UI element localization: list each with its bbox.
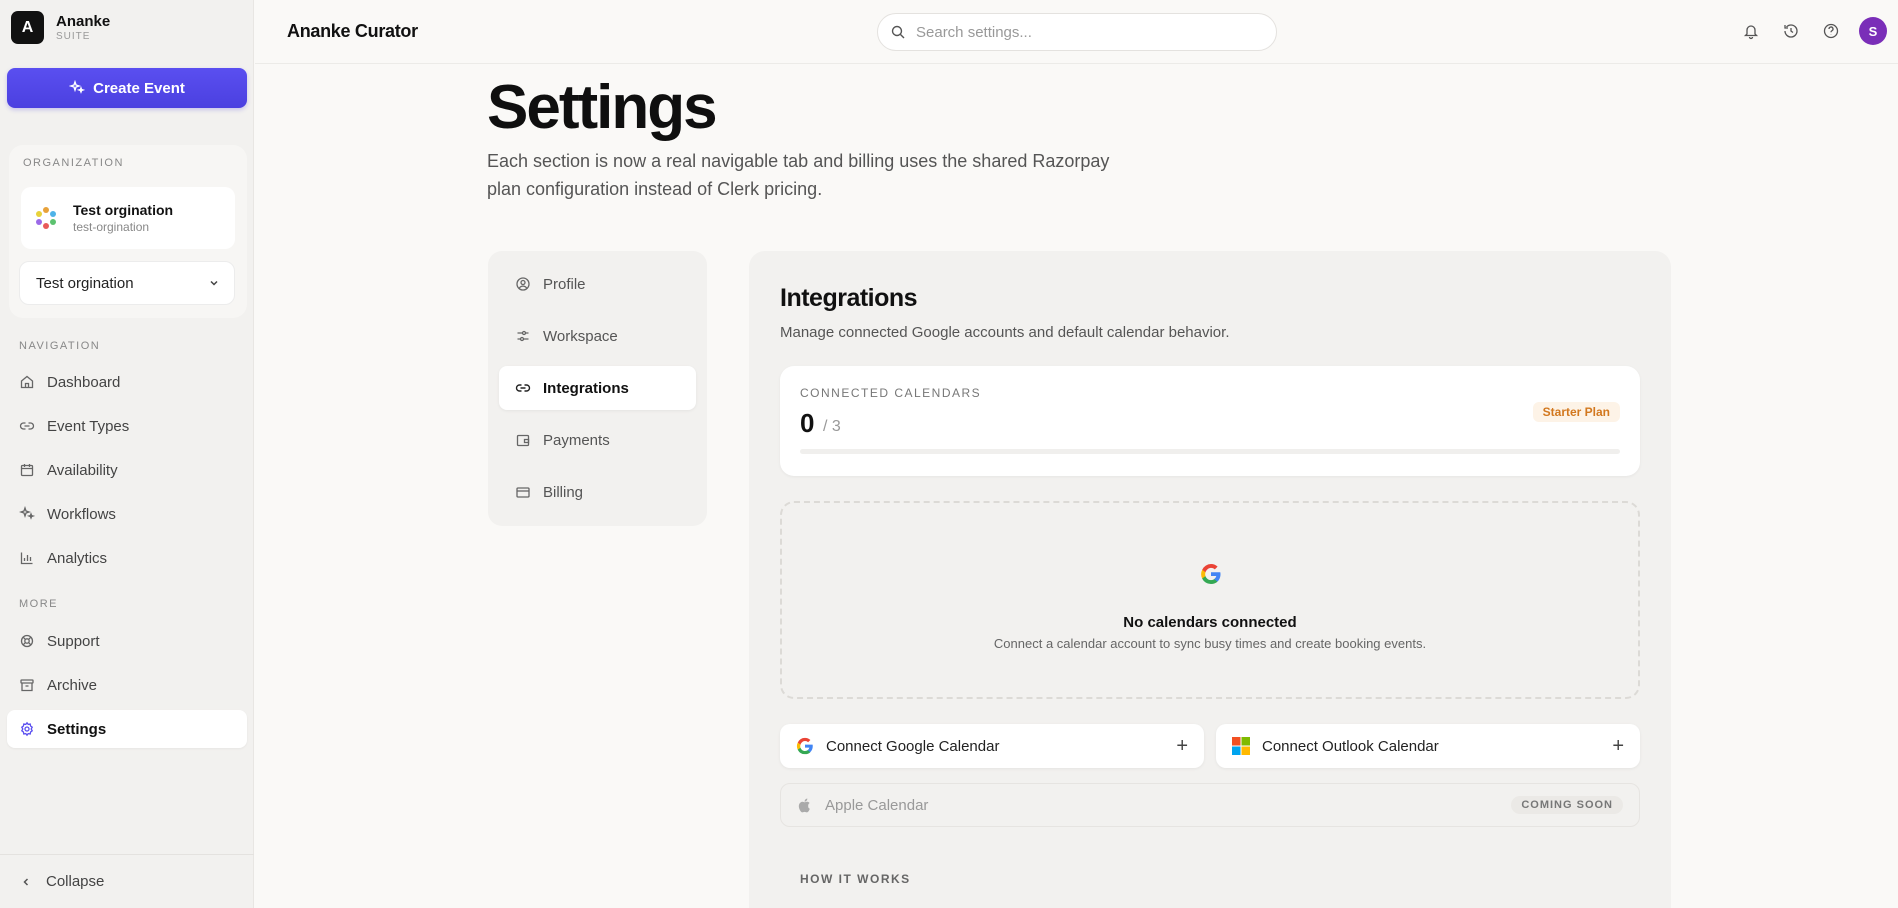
- tab-profile[interactable]: Profile: [499, 262, 696, 306]
- sidebar-item-label: Settings: [47, 720, 107, 738]
- sidebar-item-label: Support: [47, 632, 100, 650]
- organization-card: ORGANIZATION Test orgination test-orgina…: [9, 145, 247, 318]
- connected-calendars-progress: [800, 449, 1620, 454]
- sparkle-icon: [69, 80, 86, 94]
- sidebar-item-label: Availability: [47, 461, 118, 479]
- calendar-icon: [20, 464, 34, 477]
- page-title: Settings: [487, 73, 718, 142]
- sliders-icon: [517, 330, 529, 342]
- google-icon: [1201, 564, 1221, 585]
- lifebuoy-icon: [20, 634, 34, 648]
- bar-chart-icon: [20, 552, 33, 565]
- integrations-description: Manage connected Google accounts and def…: [780, 324, 1230, 341]
- app-title: Ananke Curator: [287, 21, 418, 41]
- search-input[interactable]: [916, 23, 1236, 41]
- archive-icon: [20, 679, 34, 692]
- chevron-left-icon: [23, 877, 29, 886]
- apple-icon: [798, 798, 810, 813]
- tab-label: Payments: [543, 431, 610, 449]
- sidebar-item-label: Analytics: [47, 549, 108, 567]
- empty-state: No calendars connected Connect a calenda…: [780, 501, 1640, 699]
- how-it-works-heading: HOW IT WORKS: [800, 872, 911, 886]
- wallet-icon: [516, 434, 530, 447]
- collapse-label: Collapse: [46, 873, 105, 890]
- brand-subtitle: SUITE: [56, 30, 91, 42]
- sidebar-item-label: Archive: [47, 676, 98, 694]
- create-event-button[interactable]: Create Event: [7, 68, 247, 108]
- sidebar-item-analytics[interactable]: Analytics: [7, 539, 247, 577]
- plus-icon: +: [1612, 734, 1624, 757]
- search-bar[interactable]: [877, 13, 1277, 51]
- create-event-label: Create Event: [93, 79, 185, 97]
- navigation-section-label: NAVIGATION: [19, 340, 101, 352]
- organization-select[interactable]: Test orgination: [19, 261, 235, 305]
- user-circle-icon: [516, 277, 530, 291]
- sidebar-item-label: Event Types: [47, 417, 130, 435]
- link-icon: [515, 384, 531, 392]
- sidebar-item-workflows[interactable]: Workflows: [7, 495, 247, 533]
- connected-calendars-card: CONNECTED CALENDARS 0 / 3 Starter Plan: [780, 366, 1640, 476]
- tab-label: Profile: [543, 275, 586, 293]
- plus-icon: +: [1176, 734, 1188, 757]
- settings-tabs: Profile Workspace Integrations Payments …: [488, 251, 707, 526]
- sidebar-item-availability[interactable]: Availability: [7, 451, 247, 489]
- organization-item[interactable]: Test orgination test-orgination: [21, 187, 235, 249]
- connected-calendars-max: / 3: [823, 418, 841, 435]
- organization-logo-icon: [36, 207, 56, 229]
- search-icon: [891, 25, 905, 39]
- connect-outlook-label: Connect Outlook Calendar: [1262, 737, 1439, 755]
- sidebar: A Ananke SUITE Create Event ORGANIZATION…: [0, 0, 254, 908]
- connected-calendars-count: 0: [800, 408, 815, 438]
- plan-badge: Starter Plan: [1532, 402, 1620, 422]
- sidebar-item-label: Workflows: [47, 505, 116, 523]
- user-avatar[interactable]: S: [1859, 17, 1887, 45]
- more-section-label: MORE: [19, 598, 58, 610]
- collapse-button[interactable]: Collapse: [0, 854, 254, 908]
- sidebar-item-settings[interactable]: Settings: [7, 710, 247, 748]
- home-icon: [20, 375, 34, 389]
- tab-label: Workspace: [543, 327, 618, 345]
- sidebar-item-label: Dashboard: [47, 373, 121, 391]
- apple-calendar-item: Apple Calendar COMING SOON: [780, 783, 1640, 827]
- link-icon: [19, 422, 35, 430]
- brand-logo: A: [11, 11, 44, 44]
- organization-section-label: ORGANIZATION: [23, 157, 124, 169]
- integrations-panel: Integrations Manage connected Google acc…: [749, 251, 1671, 908]
- connect-google-calendar-button[interactable]: Connect Google Calendar +: [780, 724, 1204, 768]
- topbar: Ananke Curator S: [255, 0, 1898, 64]
- empty-state-description: Connect a calendar account to sync busy …: [993, 636, 1427, 651]
- tab-label: Billing: [543, 483, 584, 501]
- sidebar-item-dashboard[interactable]: Dashboard: [7, 363, 247, 401]
- sidebar-item-support[interactable]: Support: [7, 622, 247, 660]
- coming-soon-badge: COMING SOON: [1511, 796, 1623, 814]
- sparkle-icon: [19, 506, 35, 520]
- sidebar-item-archive[interactable]: Archive: [7, 666, 247, 704]
- tab-integrations[interactable]: Integrations: [499, 366, 696, 410]
- connected-calendars-label: CONNECTED CALENDARS: [800, 386, 982, 400]
- empty-state-title: No calendars connected: [1123, 614, 1297, 631]
- brand-name: Ananke: [56, 12, 111, 30]
- tab-workspace[interactable]: Workspace: [499, 314, 696, 358]
- google-icon: [796, 737, 813, 755]
- brand[interactable]: A Ananke SUITE: [11, 11, 110, 44]
- tab-billing[interactable]: Billing: [499, 470, 696, 514]
- organization-select-value: Test orgination: [36, 274, 134, 292]
- tab-label: Integrations: [543, 379, 629, 397]
- tab-payments[interactable]: Payments: [499, 418, 696, 462]
- organization-name: Test orgination: [73, 202, 174, 218]
- bell-icon[interactable]: [1742, 22, 1760, 40]
- gear-icon: [20, 721, 34, 737]
- connect-outlook-calendar-button[interactable]: Connect Outlook Calendar +: [1216, 724, 1640, 768]
- sidebar-item-event-types[interactable]: Event Types: [7, 407, 247, 445]
- apple-calendar-label: Apple Calendar: [825, 796, 929, 814]
- help-icon[interactable]: [1822, 22, 1840, 40]
- chevron-down-icon: [210, 280, 218, 286]
- integrations-title: Integrations: [780, 284, 918, 312]
- credit-card-icon: [516, 487, 530, 498]
- history-icon[interactable]: [1782, 22, 1800, 40]
- microsoft-icon: [1232, 737, 1250, 755]
- organization-slug: test-orgination: [73, 220, 150, 234]
- connect-google-label: Connect Google Calendar: [826, 737, 1000, 755]
- page-description: Each section is now a real navigable tab…: [487, 151, 1110, 199]
